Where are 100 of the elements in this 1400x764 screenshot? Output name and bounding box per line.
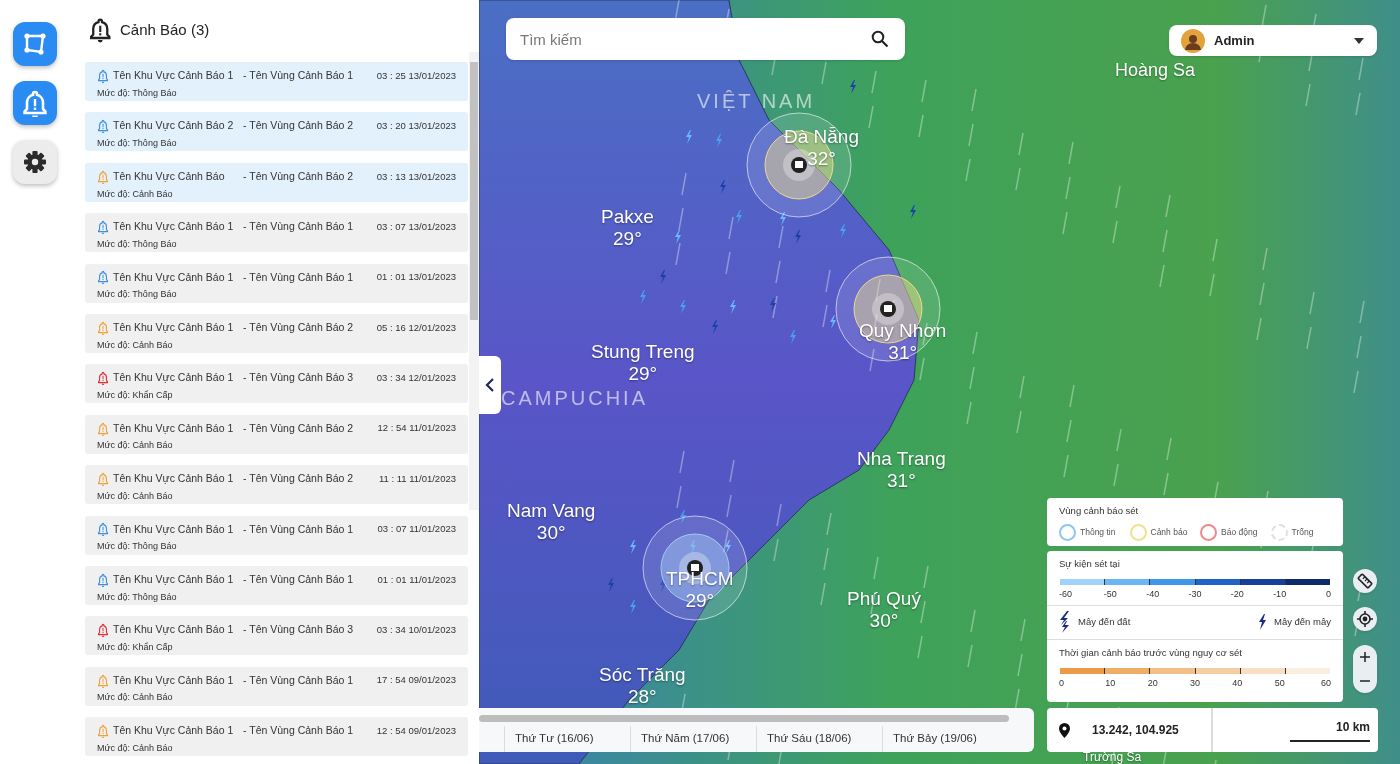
alert-level: Mức độ: Cảnh Báo	[97, 691, 174, 705]
scale-tick-label: 40	[1231, 677, 1244, 690]
city-label: Stung Treng	[591, 341, 695, 363]
scale-tick-label: -20	[1229, 588, 1245, 602]
alert-area: Tên Khu Vực Cảnh Báo 1	[113, 672, 243, 689]
legend-label: Cảnh báo	[1150, 526, 1188, 540]
alert-level: Mức độ: Thông Báo	[97, 86, 178, 100]
alert-level: Mức độ: Thông Báo	[97, 237, 178, 251]
alert-level: Mức độ: Thông Báo	[97, 288, 178, 302]
alert-zone: - Tên Vùng Cảnh Báo 2	[243, 471, 355, 487]
temperature-label: 30°	[869, 610, 899, 632]
ruler-icon	[1357, 573, 1373, 589]
alert-level: Mức độ: Cảnh Báo	[97, 338, 174, 352]
alerts-button[interactable]	[13, 81, 57, 125]
scale-tick-label: 10	[1104, 677, 1117, 690]
plus-icon	[1360, 652, 1370, 662]
alert-level: Mức độ: Thông Báo	[97, 590, 178, 604]
alert-zone: - Tên Vùng Cảnh Báo 2	[243, 168, 355, 184]
alert-zone: - Tên Vùng Cảnh Báo 1	[243, 672, 355, 688]
day-tab[interactable]: Thứ Bảy (19/06)	[882, 726, 1008, 752]
scale-tick-label: 0	[1324, 588, 1331, 602]
alert-item[interactable]: Tên Khu Vực Cảnh Báo 1 - Tên Vùng Cảnh Báo 1 12 : 54 09/01/2023 Mức độ: Cảnh Báo	[85, 717, 468, 757]
alert-item[interactable]: Tên Khu Vực Cảnh Báo - Tên Vùng Cảnh Báo 2 03 : 13 13/01/2023 Mức độ: Cảnh Báo	[85, 162, 468, 202]
alert-time: 03 : 20 13/01/2023	[376, 119, 456, 134]
alert-area: Tên Khu Vực Cảnh Báo 1	[113, 571, 243, 588]
warning-zone-marker[interactable]	[641, 514, 749, 622]
alert-zone: - Tên Vùng Cảnh Báo 1	[243, 723, 355, 739]
draw-area-button[interactable]	[13, 22, 57, 66]
coordinates-text: 13.242, 104.925	[1092, 722, 1179, 739]
day-tab[interactable]: Thứ Sáu (18/06)	[756, 726, 882, 752]
temperature-label: 29°	[685, 590, 715, 612]
location-pin-icon	[1059, 722, 1070, 738]
alert-item[interactable]: Tên Khu Vực Cảnh Báo 1 - Tên Vùng Cảnh Báo 2 11 : 11 11/01/2023 Mức độ: Cảnh Báo	[85, 465, 468, 505]
alert-zone: - Tên Vùng Cảnh Báo 1	[243, 521, 355, 537]
alert-item[interactable]: Tên Khu Vực Cảnh Báo 1 - Tên Vùng Cảnh Báo 2 05 : 16 12/01/2023 Mức độ: Cảnh Báo	[85, 313, 468, 353]
city-label: Sóc Trăng	[599, 664, 686, 686]
scale-tick-label: -50	[1102, 588, 1118, 602]
scrollbar[interactable]	[469, 52, 479, 510]
scale-tick-label: -60	[1059, 588, 1073, 602]
alert-zone: - Tên Vùng Cảnh Báo 3	[243, 622, 355, 638]
alert-item[interactable]: Tên Khu Vực Cảnh Báo 1 - Tên Vùng Cảnh Báo 2 12 : 54 11/01/2023 Mức độ: Cảnh Báo	[85, 414, 468, 454]
search-field[interactable]: Tìm kiếm	[506, 18, 905, 60]
alert-item[interactable]: Tên Khu Vực Cảnh Báo 1 - Tên Vùng Cảnh Báo 1 03 : 07 11/01/2023 Mức độ: Thông Báo	[85, 515, 468, 555]
alert-item[interactable]: Tên Khu Vực Cảnh Báo 2 - Tên Vùng Cảnh Báo 2 03 : 20 13/01/2023 Mức độ: Thông Báo	[85, 112, 468, 152]
alert-area: Tên Khu Vực Cảnh Báo 1	[113, 370, 243, 387]
scale-tick-label: -40	[1145, 588, 1161, 602]
day-tab[interactable]: Thứ Tư (16/06)	[504, 726, 630, 752]
settings-button[interactable]	[13, 140, 57, 184]
alert-zone: - Tên Vùng Cảnh Báo 1	[243, 68, 355, 83]
alert-zone: - Tên Vùng Cảnh Báo 3	[243, 370, 355, 386]
city-label: Nha Trang	[857, 448, 946, 470]
caret-icon	[1353, 36, 1365, 45]
alert-area: Tên Khu Vực Cảnh Báo 1	[113, 269, 243, 286]
city-label: Đà Nẵng	[784, 126, 859, 148]
alert-zone: - Tên Vùng Cảnh Báo 1	[243, 571, 355, 587]
alert-time: 03 : 25 13/01/2023	[376, 68, 456, 83]
alert-area: Tên Khu Vực Cảnh Báo 1	[113, 219, 243, 235]
alert-item[interactable]: Tên Khu Vực Cảnh Báo 1 - Tên Vùng Cảnh Báo 1 17 : 54 09/01/2023 Mức độ: Cảnh Báo	[85, 666, 468, 706]
alert-time: 05 : 16 12/01/2023	[376, 320, 456, 335]
alert-item[interactable]: Tên Khu Vực Cảnh Báo 1 - Tên Vùng Cảnh Báo 3 03 : 34 12/01/2023 Mức độ: Khẩn Cấp	[85, 364, 468, 404]
user-menu[interactable]: Admin	[1169, 25, 1377, 56]
legend-title: Sự kiện sét tại	[1059, 557, 1121, 571]
day-tab[interactable]: Thứ Năm (17/06)	[630, 726, 756, 752]
temperature-label: 29°	[613, 228, 642, 250]
temperature-label: 28°	[627, 686, 657, 708]
place-label: Trường Sa	[1083, 751, 1142, 764]
alert-item[interactable]: Tên Khu Vực Cảnh Báo 1 - Tên Vùng Cảnh Báo 1 03 : 07 13/01/2023 Mức độ: Thông Báo	[85, 213, 468, 253]
timeline-track[interactable]	[479, 715, 1009, 722]
alert-time: 01 : 01 13/01/2023	[376, 270, 456, 285]
alert-item[interactable]: Tên Khu Vực Cảnh Báo 1 - Tên Vùng Cảnh Báo 1 01 : 01 11/01/2023 Mức độ: Thông Báo	[85, 565, 468, 605]
panel-title: Cảnh Báo (3)	[120, 19, 210, 40]
temperature-label: 31°	[888, 342, 918, 364]
scale-bar: 10 km	[1290, 718, 1370, 742]
alert-time: 12 : 54 11/01/2023	[377, 421, 456, 436]
alert-area: Tên Khu Vực Cảnh Báo 1	[113, 622, 243, 639]
temperature-label: 31°	[887, 470, 916, 492]
alert-item[interactable]: Tên Khu Vực Cảnh Báo 1 - Tên Vùng Cảnh Báo 3 03 : 34 10/01/2023 Mức độ: Khẩn Cấp	[85, 616, 468, 656]
legend-title: Thời gian cảnh báo trước vùng nguy cơ sét	[1059, 645, 1243, 660]
search-icon[interactable]	[871, 30, 889, 48]
polygon-icon	[21, 30, 49, 58]
alert-time: 11 : 11 11/01/2023	[378, 471, 456, 486]
alert-level: Mức độ: Thông Báo	[97, 137, 178, 151]
legend-label: Báo động	[1221, 526, 1258, 540]
country-label: CAMPUCHIA	[501, 386, 648, 411]
alert-item[interactable]: Tên Khu Vực Cảnh Báo 1 - Tên Vùng Cảnh Báo 1 03 : 25 13/01/2023 Mức độ: Thông Báo	[85, 62, 468, 101]
scale-tick-label: 30	[1188, 677, 1201, 690]
city-label: Pakxe	[601, 206, 654, 228]
alert-zone: - Tên Vùng Cảnh Báo 1	[243, 269, 355, 285]
collapse-button[interactable]	[479, 356, 501, 414]
temperature-label: 29°	[628, 363, 658, 385]
bell-icon	[21, 89, 49, 117]
locate-icon	[1357, 611, 1373, 627]
legend-label: Thông tin	[1080, 526, 1116, 540]
legend-title: Vùng cảnh báo sét	[1059, 504, 1140, 518]
alert-zone: - Tên Vùng Cảnh Báo 2	[243, 118, 355, 134]
legend-label: Mây đến đất	[1078, 615, 1131, 630]
legend-label: Mây đến mây	[1273, 615, 1331, 630]
alert-level: Mức độ: Khẩn Cấp	[97, 389, 174, 403]
alert-time: 03 : 07 11/01/2023	[377, 522, 456, 537]
alert-item[interactable]: Tên Khu Vực Cảnh Báo 1 - Tên Vùng Cảnh Báo 1 01 : 01 13/01/2023 Mức độ: Thông Báo	[85, 263, 468, 303]
